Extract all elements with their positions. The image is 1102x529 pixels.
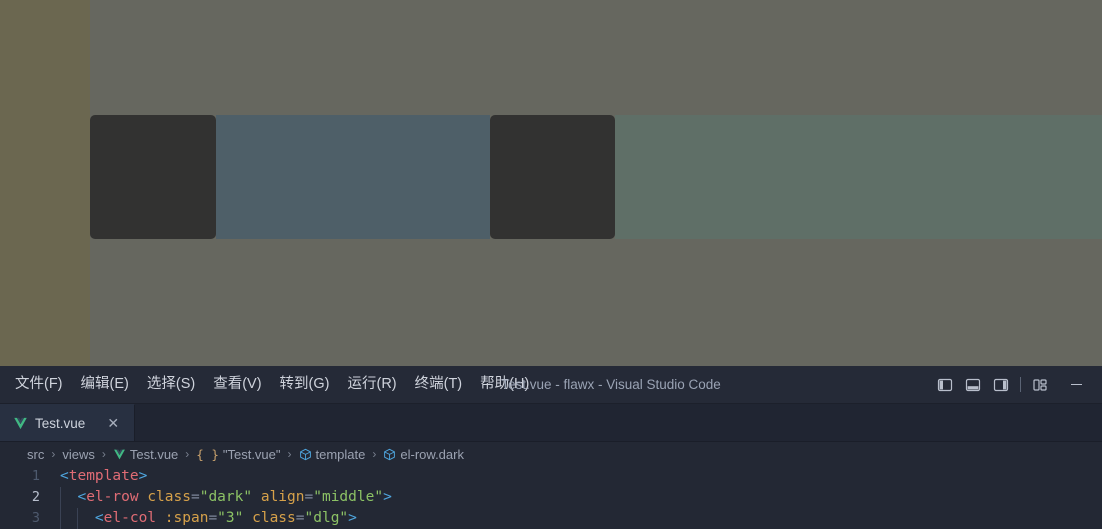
- breadcrumb-item-test-vue[interactable]: Test.vue: [112, 447, 179, 462]
- vscode-window: 文件(F) 编辑(E) 选择(S) 查看(V) 转到(G) 运行(R) 终端(T…: [0, 366, 1102, 529]
- code-text: <el-col :span="3" class="dlg">: [56, 508, 1102, 529]
- code-text: <template>: [56, 466, 1102, 487]
- breadcrumb-label: src: [27, 446, 45, 462]
- menu-help[interactable]: 帮助(H): [471, 373, 538, 396]
- code-token: :span: [164, 510, 209, 526]
- line-number: 1: [31, 468, 40, 484]
- code-token: "middle": [313, 489, 384, 505]
- menu-view[interactable]: 查看(V): [204, 373, 270, 396]
- breadcrumb-separator: ›: [101, 447, 106, 461]
- code-line[interactable]: 2 <el-row class="dark" align="middle">: [0, 487, 1102, 508]
- indent-guide: [77, 508, 78, 529]
- code-token: =: [208, 510, 218, 526]
- code-token: template: [68, 468, 139, 484]
- code-token: <: [77, 489, 87, 505]
- indent-guide: [60, 487, 61, 508]
- breadcrumb-label: "Test.vue": [222, 446, 281, 462]
- vue-icon: [13, 416, 28, 431]
- symbol-field-icon: [299, 447, 312, 462]
- code-token: class: [252, 510, 296, 526]
- code-token: =: [295, 510, 305, 526]
- tab-test-vue[interactable]: Test.vue ✕: [0, 404, 135, 441]
- code-token: =: [190, 489, 200, 505]
- minimize-window-button[interactable]: [1054, 368, 1098, 401]
- code-editor[interactable]: 1 <template> 2 <el-row class="dark" align=…: [0, 466, 1102, 529]
- editor-tabbar: Test.vue ✕: [0, 404, 1102, 442]
- code-line[interactable]: 1 <template>: [0, 466, 1102, 487]
- menubar: 文件(F) 编辑(E) 选择(S) 查看(V) 转到(G) 运行(R) 终端(T…: [0, 366, 538, 403]
- customize-layout-icon[interactable]: [1026, 371, 1054, 399]
- screen-root: 文件(F) 编辑(E) 选择(S) 查看(V) 转到(G) 运行(R) 终端(T…: [0, 0, 1102, 529]
- menu-file[interactable]: 文件(F): [6, 373, 72, 396]
- breadcrumb-label: template: [315, 446, 366, 462]
- code-token: >: [383, 489, 392, 505]
- code-token: class: [147, 489, 191, 505]
- code-token: "dlg": [304, 510, 349, 526]
- breadcrumb-separator: ›: [287, 447, 292, 461]
- breadcrumb-label: views: [62, 446, 95, 462]
- breadcrumb-separator: ›: [185, 447, 190, 461]
- preview-sidebar-strip: [0, 0, 90, 366]
- code-token: "dark": [199, 489, 253, 505]
- breadcrumb-label: Test.vue: [129, 446, 179, 462]
- menu-go[interactable]: 转到(G): [271, 373, 339, 396]
- titlebar-divider: [1020, 377, 1021, 392]
- tabbar-empty-area: [135, 404, 1102, 441]
- code-token: <: [94, 510, 104, 526]
- tab-close-icon[interactable]: ✕: [104, 414, 122, 432]
- titlebar-actions: [931, 366, 1102, 403]
- code-token: >: [348, 510, 357, 526]
- breadcrumb-item-src[interactable]: src: [26, 447, 45, 462]
- breadcrumb-item-template[interactable]: template: [298, 447, 367, 462]
- braces-icon: { }: [196, 446, 219, 462]
- code-token: el-col: [103, 510, 157, 526]
- menu-run[interactable]: 运行(R): [338, 373, 405, 396]
- toggle-secondary-sidebar-icon[interactable]: [987, 371, 1015, 399]
- breadcrumb-item-views[interactable]: views: [61, 447, 96, 462]
- el-col-dark-2: [490, 115, 615, 239]
- breadcrumb-label: el-row.dark: [400, 446, 464, 462]
- line-number: 3: [31, 510, 40, 526]
- symbol-field-icon: [383, 447, 396, 462]
- toggle-primary-sidebar-icon[interactable]: [931, 371, 959, 399]
- code-token: >: [138, 468, 148, 484]
- el-col-green: [615, 115, 1102, 239]
- el-col-blue: [216, 115, 490, 239]
- vscode-titlebar: 文件(F) 编辑(E) 选择(S) 查看(V) 转到(G) 运行(R) 终端(T…: [0, 366, 1102, 404]
- vue-icon: [113, 447, 126, 462]
- menu-terminal[interactable]: 终端(T): [406, 373, 472, 396]
- indent-guide: [60, 508, 61, 529]
- code-lines: 1 <template> 2 <el-row class="dark" align=…: [0, 466, 1102, 529]
- code-token: el-row: [86, 489, 139, 505]
- code-token: "3": [217, 510, 244, 526]
- minimize-icon: [1070, 384, 1082, 385]
- breadcrumb-separator: ›: [372, 447, 377, 461]
- breadcrumb-item-el-row-dark[interactable]: el-row.dark: [382, 447, 465, 462]
- el-row-dark: [90, 115, 1102, 239]
- code-token: align: [260, 489, 305, 505]
- menu-edit[interactable]: 编辑(E): [72, 373, 138, 396]
- el-col-dark-1: [90, 115, 216, 239]
- toggle-panel-icon[interactable]: [959, 371, 987, 399]
- code-line[interactable]: 3 <el-col :span="3" class="dlg">: [0, 508, 1102, 529]
- app-preview-viewport: [0, 0, 1102, 366]
- tab-label: Test.vue: [35, 415, 86, 431]
- code-token: =: [304, 489, 314, 505]
- code-token: <: [60, 468, 69, 484]
- breadcrumb: src › views › Test.vue › { } "Test.vue": [0, 442, 1102, 466]
- breadcrumb-separator: ›: [51, 447, 56, 461]
- code-text: <el-row class="dark" align="middle">: [56, 487, 1102, 508]
- line-number: 2: [31, 489, 40, 505]
- breadcrumb-item-symbol-object[interactable]: { } "Test.vue": [195, 447, 281, 462]
- menu-select[interactable]: 选择(S): [138, 373, 204, 396]
